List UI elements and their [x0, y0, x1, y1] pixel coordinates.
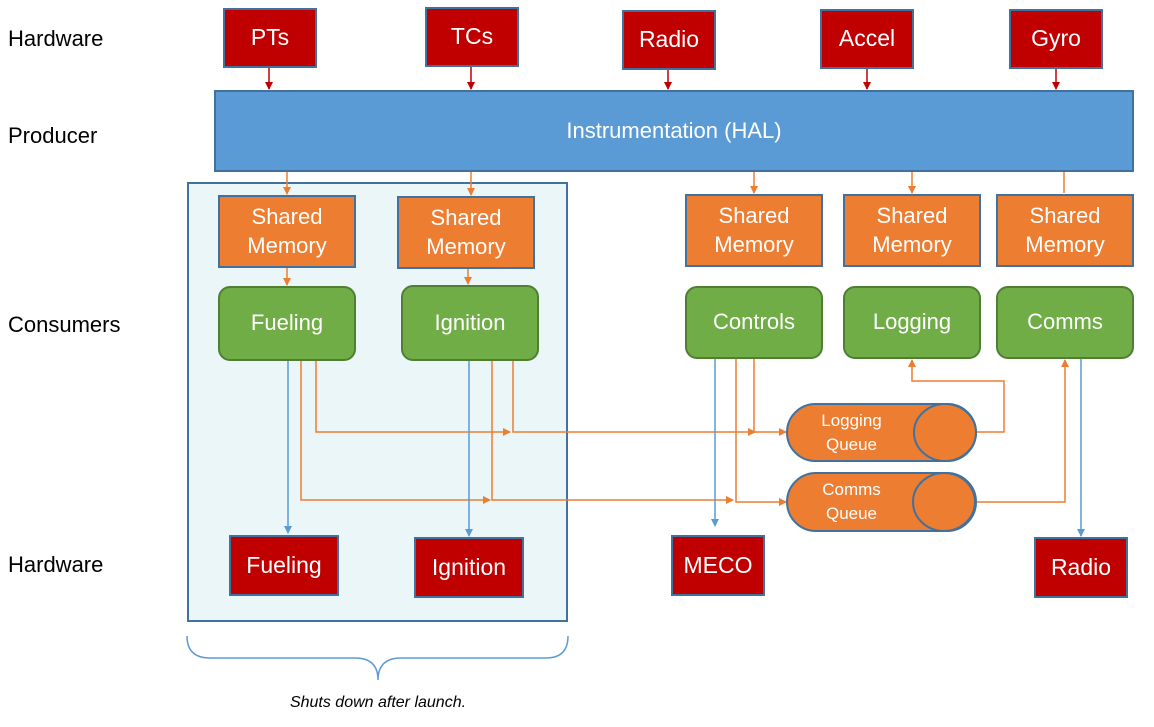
controls-to-logq	[753, 359, 787, 436]
fueling-to-logq	[315, 361, 511, 436]
comms-queue-label-1: Comms	[822, 480, 881, 500]
connectors	[186, 67, 1085, 681]
fueling-to-commsq	[300, 361, 491, 504]
brace	[186, 635, 569, 681]
shutdown-note: Shuts down after launch.	[289, 694, 467, 711]
logging-queue-label-2: Queue	[825, 434, 878, 454]
comms-queue-label-2: Queue	[825, 504, 878, 523]
logging-queue: Logging Queue	[787, 404, 976, 461]
logging-queue-label-1: Logging	[821, 410, 882, 430]
ignition-to-commsq	[491, 361, 734, 504]
ignition-to-logq	[512, 361, 756, 436]
architecture-diagram: Hardware Producer Consumers Hardware PTs…	[0, 0, 1154, 727]
controls-to-commsq	[735, 359, 787, 506]
comms-queue: Comms Queue	[787, 473, 976, 531]
